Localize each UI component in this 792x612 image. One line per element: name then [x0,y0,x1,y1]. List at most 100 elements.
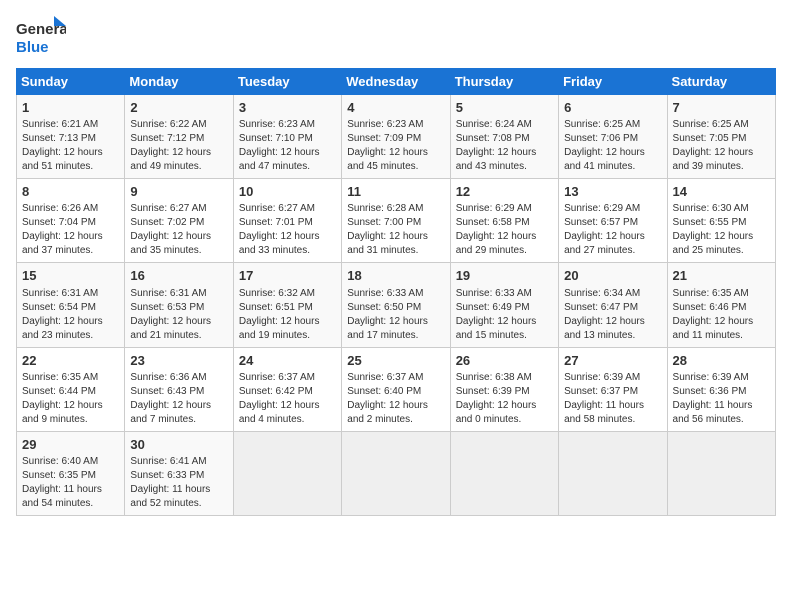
calendar-table: SundayMondayTuesdayWednesdayThursdayFrid… [16,68,776,516]
day-number: 19 [456,267,553,285]
day-info: Sunrise: 6:27 AMSunset: 7:01 PMDaylight:… [239,202,336,258]
col-header-saturday: Saturday [667,69,775,95]
day-info: Sunrise: 6:33 AMSunset: 6:49 PMDaylight:… [456,287,553,343]
day-info: Sunrise: 6:33 AMSunset: 6:50 PMDaylight:… [347,287,444,343]
day-info: Sunrise: 6:41 AMSunset: 6:33 PMDaylight:… [130,455,227,511]
day-number: 3 [239,99,336,117]
calendar-cell: 7Sunrise: 6:25 AMSunset: 7:05 PMDaylight… [667,95,775,179]
day-info: Sunrise: 6:36 AMSunset: 6:43 PMDaylight:… [130,371,227,427]
calendar-cell: 8Sunrise: 6:26 AMSunset: 7:04 PMDaylight… [17,179,125,263]
calendar-cell: 10Sunrise: 6:27 AMSunset: 7:01 PMDayligh… [233,179,341,263]
day-number: 30 [130,436,227,454]
day-number: 23 [130,352,227,370]
week-row-4: 22Sunrise: 6:35 AMSunset: 6:44 PMDayligh… [17,347,776,431]
svg-text:Blue: Blue [16,39,49,56]
day-number: 9 [130,183,227,201]
calendar-cell: 28Sunrise: 6:39 AMSunset: 6:36 PMDayligh… [667,347,775,431]
logo-svg: GeneralBlue [16,16,66,58]
week-row-3: 15 Sunrise: 6:31 AMSunset: 6:54 PMDayligh… [17,263,776,347]
day-info: Sunrise: 6:21 AMSunset: 7:13 PMDaylight:… [22,118,119,174]
day-info: Sunrise: 6:31 AMSunset: 6:54 PMDaylight:… [22,287,119,343]
day-number: 29 [22,436,119,454]
day-number: 4 [347,99,444,117]
calendar-cell: 2Sunrise: 6:22 AMSunset: 7:12 PMDaylight… [125,95,233,179]
col-header-monday: Monday [125,69,233,95]
day-number: 17 [239,267,336,285]
day-info: Sunrise: 6:26 AMSunset: 7:04 PMDaylight:… [22,202,119,258]
calendar-cell: 16 Sunrise: 6:31 AMSunset: 6:53 PMDayligh… [125,263,233,347]
day-info: Sunrise: 6:32 AMSunset: 6:51 PMDaylight:… [239,287,336,343]
calendar-cell: 14Sunrise: 6:30 AMSunset: 6:55 PMDayligh… [667,179,775,263]
col-header-sunday: Sunday [17,69,125,95]
calendar-cell [559,431,667,515]
day-info: Sunrise: 6:35 AMSunset: 6:46 PMDaylight:… [673,287,770,343]
day-number: 10 [239,183,336,201]
calendar-cell: 22Sunrise: 6:35 AMSunset: 6:44 PMDayligh… [17,347,125,431]
calendar-header-row: SundayMondayTuesdayWednesdayThursdayFrid… [17,69,776,95]
day-number: 12 [456,183,553,201]
calendar-cell: 21 Sunrise: 6:35 AMSunset: 6:46 PMDayligh… [667,263,775,347]
col-header-tuesday: Tuesday [233,69,341,95]
day-number: 28 [673,352,770,370]
col-header-thursday: Thursday [450,69,558,95]
calendar-cell: 3Sunrise: 6:23 AMSunset: 7:10 PMDaylight… [233,95,341,179]
calendar-cell: 30Sunrise: 6:41 AMSunset: 6:33 PMDayligh… [125,431,233,515]
calendar-cell [342,431,450,515]
day-number: 7 [673,99,770,117]
day-info: Sunrise: 6:23 AMSunset: 7:09 PMDaylight:… [347,118,444,174]
day-info: Sunrise: 6:37 AMSunset: 6:40 PMDaylight:… [347,371,444,427]
day-info: Sunrise: 6:25 AMSunset: 7:05 PMDaylight:… [673,118,770,174]
day-number: 16 [130,267,227,285]
week-row-2: 8Sunrise: 6:26 AMSunset: 7:04 PMDaylight… [17,179,776,263]
day-number: 21 [673,267,770,285]
week-row-1: 1Sunrise: 6:21 AMSunset: 7:13 PMDaylight… [17,95,776,179]
calendar-cell: 5Sunrise: 6:24 AMSunset: 7:08 PMDaylight… [450,95,558,179]
day-info: Sunrise: 6:29 AMSunset: 6:58 PMDaylight:… [456,202,553,258]
calendar-cell: 1Sunrise: 6:21 AMSunset: 7:13 PMDaylight… [17,95,125,179]
day-info: Sunrise: 6:25 AMSunset: 7:06 PMDaylight:… [564,118,661,174]
calendar-cell: 24Sunrise: 6:37 AMSunset: 6:42 PMDayligh… [233,347,341,431]
day-info: Sunrise: 6:37 AMSunset: 6:42 PMDaylight:… [239,371,336,427]
calendar-cell [233,431,341,515]
day-number: 8 [22,183,119,201]
header: GeneralBlue [16,16,776,58]
calendar-cell: 17 Sunrise: 6:32 AMSunset: 6:51 PMDayligh… [233,263,341,347]
day-number: 22 [22,352,119,370]
col-header-friday: Friday [559,69,667,95]
day-number: 24 [239,352,336,370]
calendar-cell: 19 Sunrise: 6:33 AMSunset: 6:49 PMDayligh… [450,263,558,347]
day-info: Sunrise: 6:24 AMSunset: 7:08 PMDaylight:… [456,118,553,174]
day-number: 11 [347,183,444,201]
calendar-cell: 12Sunrise: 6:29 AMSunset: 6:58 PMDayligh… [450,179,558,263]
week-row-5: 29Sunrise: 6:40 AMSunset: 6:35 PMDayligh… [17,431,776,515]
day-info: Sunrise: 6:28 AMSunset: 7:00 PMDaylight:… [347,202,444,258]
day-info: Sunrise: 6:22 AMSunset: 7:12 PMDaylight:… [130,118,227,174]
day-number: 13 [564,183,661,201]
calendar-cell: 27Sunrise: 6:39 AMSunset: 6:37 PMDayligh… [559,347,667,431]
day-info: Sunrise: 6:27 AMSunset: 7:02 PMDaylight:… [130,202,227,258]
day-number: 18 [347,267,444,285]
day-number: 2 [130,99,227,117]
day-info: Sunrise: 6:38 AMSunset: 6:39 PMDaylight:… [456,371,553,427]
calendar-cell: 15 Sunrise: 6:31 AMSunset: 6:54 PMDayligh… [17,263,125,347]
day-info: Sunrise: 6:29 AMSunset: 6:57 PMDaylight:… [564,202,661,258]
day-info: Sunrise: 6:35 AMSunset: 6:44 PMDaylight:… [22,371,119,427]
day-info: Sunrise: 6:31 AMSunset: 6:53 PMDaylight:… [130,287,227,343]
calendar-cell: 11Sunrise: 6:28 AMSunset: 7:00 PMDayligh… [342,179,450,263]
col-header-wednesday: Wednesday [342,69,450,95]
day-number: 5 [456,99,553,117]
day-number: 1 [22,99,119,117]
calendar-cell [450,431,558,515]
logo: GeneralBlue [16,16,66,58]
calendar-cell: 4Sunrise: 6:23 AMSunset: 7:09 PMDaylight… [342,95,450,179]
calendar-cell: 18 Sunrise: 6:33 AMSunset: 6:50 PMDayligh… [342,263,450,347]
day-number: 20 [564,267,661,285]
calendar-cell: 13Sunrise: 6:29 AMSunset: 6:57 PMDayligh… [559,179,667,263]
page-container: GeneralBlue SundayMondayTuesdayWednesday… [0,0,792,526]
day-number: 15 [22,267,119,285]
calendar-cell: 25Sunrise: 6:37 AMSunset: 6:40 PMDayligh… [342,347,450,431]
day-number: 25 [347,352,444,370]
day-info: Sunrise: 6:30 AMSunset: 6:55 PMDaylight:… [673,202,770,258]
calendar-cell [667,431,775,515]
day-info: Sunrise: 6:40 AMSunset: 6:35 PMDaylight:… [22,455,119,511]
